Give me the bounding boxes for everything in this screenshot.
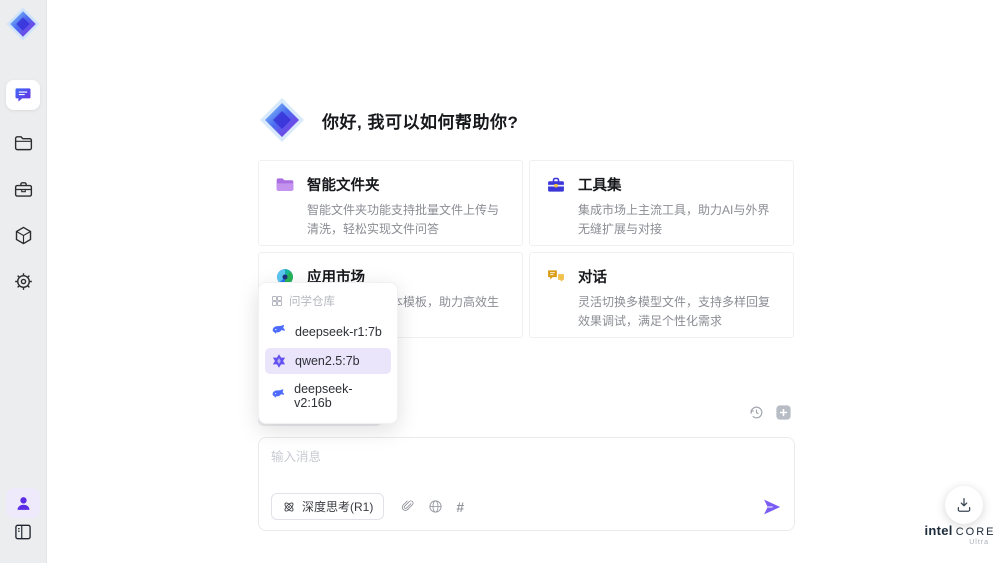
hash-icon: # <box>456 498 465 515</box>
book-panel-icon <box>15 524 31 540</box>
card-smart-folder[interactable]: 智能文件夹 智能文件夹功能支持批量文件上传与清洗，轻松实现文件问答 <box>258 160 523 246</box>
intel-core-text: CORE <box>955 526 996 538</box>
toolbox-icon <box>548 177 564 192</box>
card-title: 对话 <box>578 270 607 286</box>
new-chat-button[interactable] <box>774 403 793 422</box>
briefcase-icon <box>14 181 32 197</box>
sidebar-item-folders[interactable] <box>6 128 40 158</box>
send-button[interactable] <box>762 497 782 517</box>
intel-wordmark: intel <box>924 523 953 538</box>
prompt-library-button[interactable]: # <box>456 499 464 515</box>
composer-icons: # <box>400 499 464 515</box>
greeting: 你好, 我可以如何帮助你? <box>258 96 518 144</box>
intel-core-logo: intel CORE Ultra <box>924 523 996 546</box>
folder-icon <box>14 135 32 150</box>
qwen-star-icon <box>272 354 286 368</box>
model-option-deepseek-r1[interactable]: deepseek-r1:7b <box>265 319 391 345</box>
send-icon <box>764 499 781 514</box>
card-desc: 灵活切换多模型文件，支持多样回复效果调试，满足个性化需求 <box>578 295 771 328</box>
download-icon <box>957 497 971 512</box>
sidebar-item-panel[interactable] <box>6 517 40 547</box>
sidebar-item-account[interactable] <box>6 488 40 518</box>
card-toolset[interactable]: 工具集 集成市场上主流工具，助力AI与外界无缝扩展与对接 <box>529 160 794 246</box>
sidebar-item-settings[interactable] <box>6 266 40 296</box>
model-option-label: deepseek-r1:7b <box>295 325 382 339</box>
card-title: 智能文件夹 <box>307 178 380 194</box>
model-dropdown-header-label: 问学仓库 <box>289 296 335 308</box>
greeting-text: 你好, 我可以如何帮助你? <box>322 112 519 132</box>
paperclip-icon <box>402 500 414 511</box>
deepseek-whale-icon <box>272 324 285 334</box>
sidebar <box>0 0 47 563</box>
history-button[interactable] <box>748 404 765 421</box>
cube-icon <box>15 226 31 244</box>
card-desc: 集成市场上主流工具，助力AI与外界无缝扩展与对接 <box>578 203 770 236</box>
globe-icon <box>429 500 442 513</box>
model-dropdown-header: 问学仓库 <box>265 290 391 316</box>
app-logo-icon <box>258 96 306 144</box>
chat-bubble-icon <box>15 88 31 102</box>
model-option-label: deepseek-v2:16b <box>294 382 353 410</box>
card-desc: 智能文件夹功能支持批量文件上传与清洗，轻松实现文件问答 <box>307 203 500 236</box>
model-option-qwen[interactable]: qwen2.5:7b <box>265 348 391 374</box>
attach-button[interactable] <box>400 499 415 514</box>
purple-folder-icon <box>276 177 294 191</box>
message-composer: 深度思考(R1) # <box>258 437 795 531</box>
composer-toolbar: 深度思考(R1) # <box>271 493 782 520</box>
download-button[interactable] <box>945 486 983 524</box>
card-conversation[interactable]: 对话 灵活切换多模型文件，支持多样回复效果调试，满足个性化需求 <box>529 252 794 338</box>
deepseek-whale-icon <box>272 389 285 398</box>
message-input[interactable] <box>271 446 771 488</box>
intel-sub-text: Ultra <box>969 539 989 546</box>
deep-think-toggle[interactable]: 深度思考(R1) <box>271 493 385 520</box>
person-icon <box>17 496 29 510</box>
sidebar-item-chat[interactable] <box>6 80 40 110</box>
chat-bubbles-icon <box>548 269 564 282</box>
app-logo-icon <box>5 6 41 42</box>
deep-think-label: 深度思考(R1) <box>302 500 374 514</box>
gear-icon <box>14 272 32 290</box>
sidebar-item-toolbox[interactable] <box>6 174 40 204</box>
header-actions <box>748 403 793 422</box>
model-dropdown: 问学仓库 deepseek-r1:7b qwen2.5:7b deepseek-… <box>258 282 398 424</box>
atom-icon <box>284 502 294 511</box>
model-option-deepseek-v2[interactable]: deepseek-v2:16b <box>265 377 391 415</box>
sidebar-item-models[interactable] <box>6 220 40 250</box>
plus-square-icon <box>776 405 791 420</box>
model-option-label: qwen2.5:7b <box>295 354 360 368</box>
repo-grid-icon <box>272 296 282 306</box>
web-search-button[interactable] <box>428 499 443 514</box>
card-title: 工具集 <box>578 178 622 194</box>
history-icon <box>750 406 763 419</box>
